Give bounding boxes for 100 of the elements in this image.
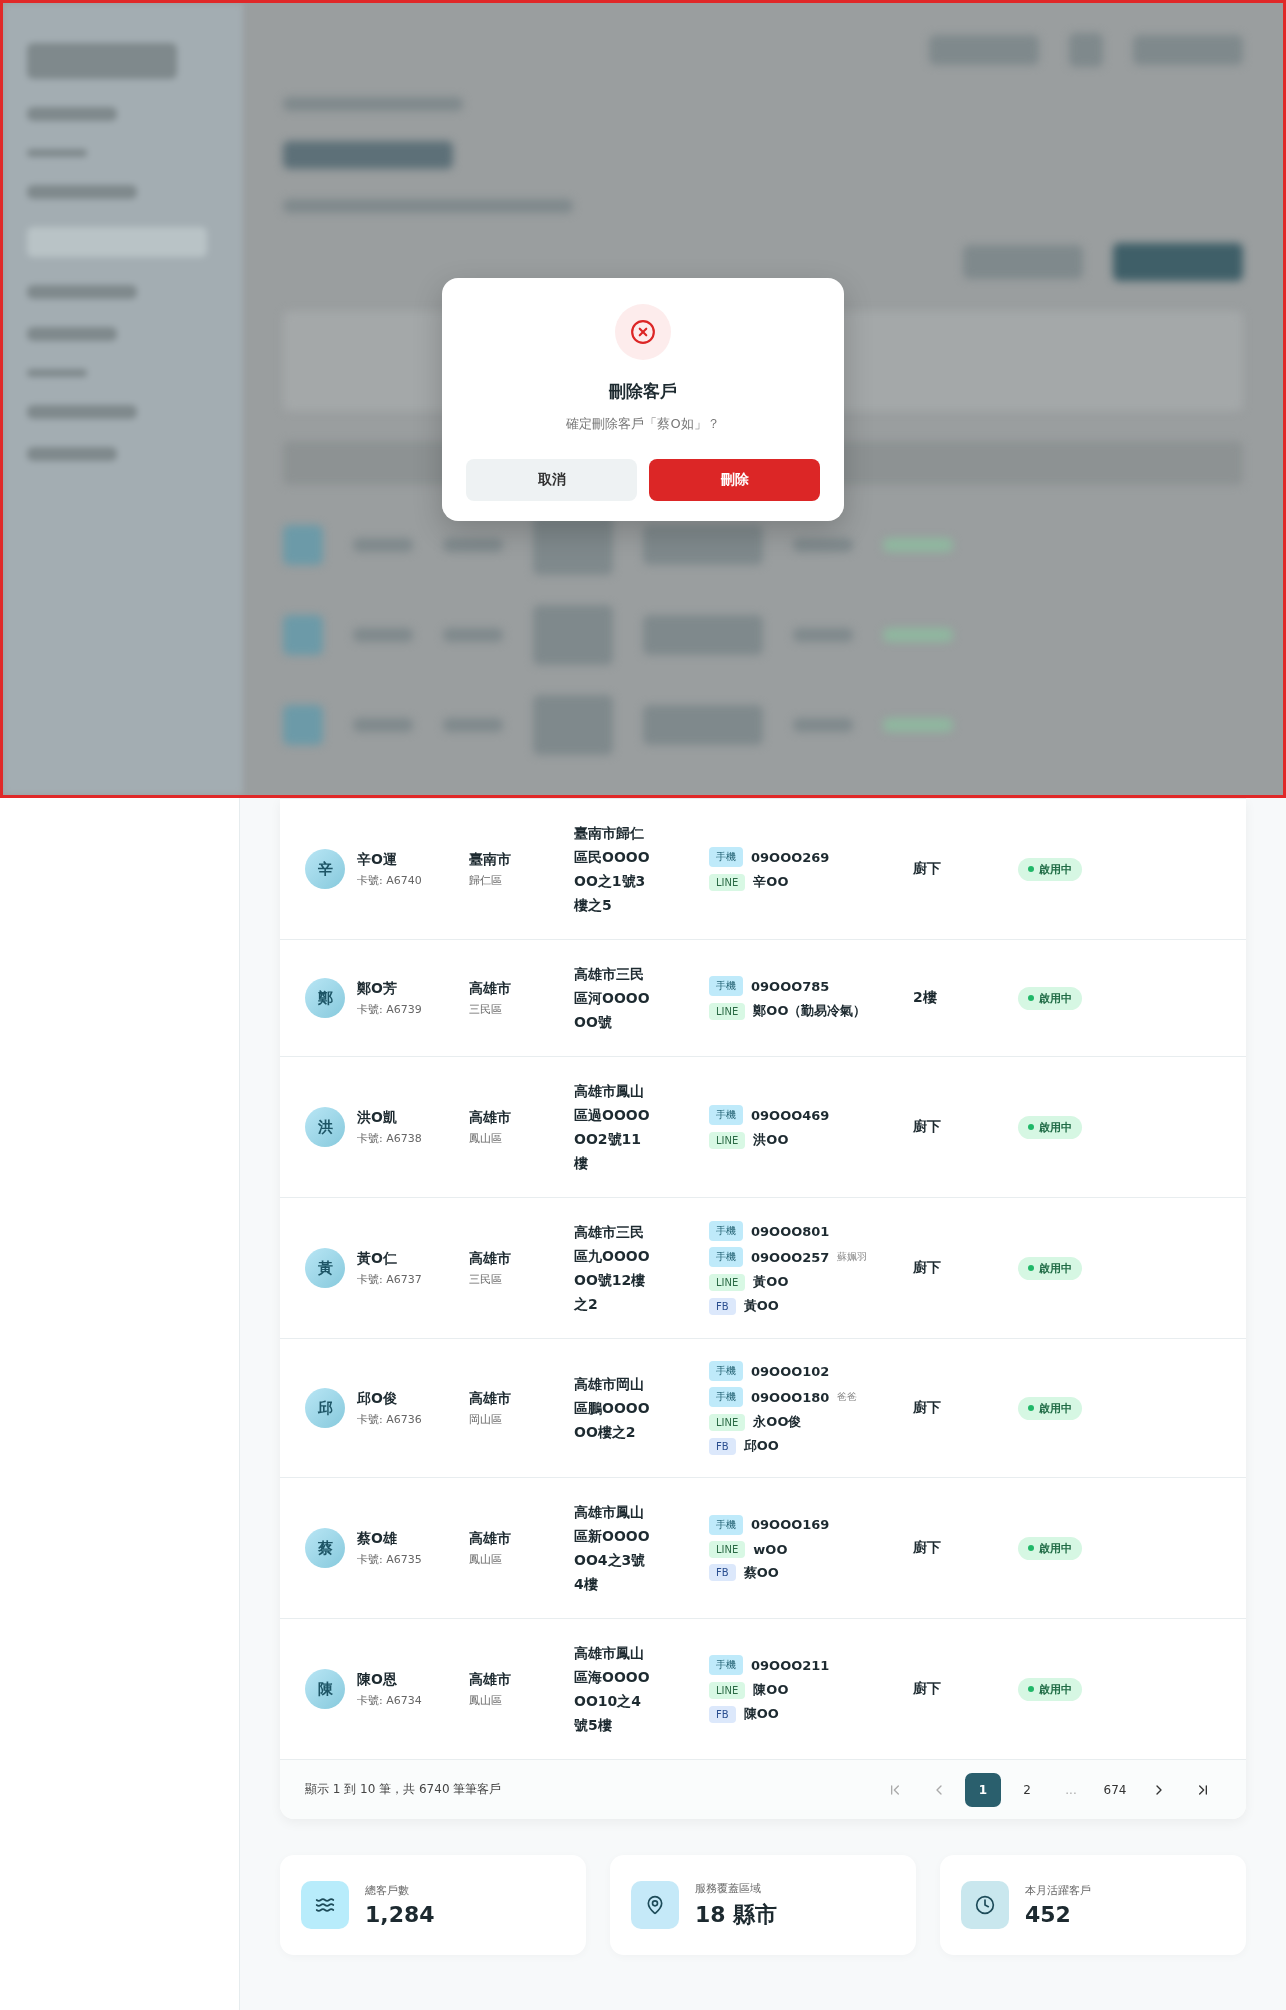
customer-name: 辛O運 [357, 850, 398, 869]
cancel-button[interactable]: 取消 [466, 459, 637, 501]
contact-value: 09OOO469 [751, 1107, 830, 1123]
contact-tag: LINE [709, 1413, 746, 1431]
stat-label: 總客戶數 [365, 1883, 410, 1898]
card-number: 卡號: A6736 [357, 1411, 422, 1427]
contact-value: 邱OO [743, 1437, 779, 1455]
contact-tag: LINE [709, 1002, 746, 1020]
install-location: 廚下 [913, 1399, 942, 1417]
status-badge: 啟用中 [1018, 1115, 1082, 1139]
contact-note: 蘇姵羽 [837, 1250, 868, 1264]
address: 臺南市歸仁區民OOOOOO之1號3樓之5 [574, 824, 650, 915]
contact-value: 鄭OO（勤易冷氣） [753, 1002, 867, 1020]
install-location: 廚下 [913, 1259, 942, 1277]
card-number: 卡號: A6739 [357, 1001, 422, 1017]
contact-value: 永OO俊 [753, 1413, 802, 1431]
contact-tag: 手機 [709, 976, 743, 996]
contact-tag: 手機 [709, 1361, 743, 1381]
contact-value: 蔡OO [743, 1563, 779, 1582]
avatar: 黃 [305, 1248, 345, 1288]
district: 三民區 [469, 1001, 503, 1017]
contact-value: 09OOO211 [751, 1657, 830, 1673]
avatar: 洪 [305, 1107, 345, 1147]
contact-tag: LINE [709, 1540, 746, 1558]
status-badge: 啟用中 [1018, 1677, 1082, 1701]
address: 高雄市三民區九OOOOOO號12樓之2 [574, 1223, 650, 1314]
stat-value: 18 縣市 [695, 1900, 778, 1929]
contact-value: 黃OO [753, 1273, 789, 1291]
contact-value: 陳OO [743, 1705, 779, 1723]
contact-value: 黃OO [743, 1297, 779, 1315]
avatar: 邱 [305, 1388, 345, 1428]
contact-value: wOO [753, 1541, 788, 1557]
waves-icon [301, 1881, 349, 1929]
contact-tag: 手機 [709, 1514, 743, 1535]
avatar: 蔡 [305, 1528, 345, 1568]
status-badge: 啟用中 [1018, 1256, 1082, 1280]
avatar: 辛 [305, 849, 345, 889]
customer-name: 邱O俊 [357, 1389, 398, 1408]
city: 高雄市 [469, 1529, 512, 1548]
page-button[interactable]: 1 [965, 1772, 1001, 1807]
delete-button[interactable]: 刪除 [649, 459, 820, 501]
status-badge: 啟用中 [1018, 857, 1082, 881]
card-number: 卡號: A6740 [357, 872, 422, 888]
customer-name: 鄭O芳 [357, 979, 398, 998]
stat-label: 服務覆蓋區域 [695, 1880, 762, 1896]
contact-tag: FB [709, 1705, 736, 1723]
contact-tag: LINE [709, 1273, 746, 1291]
contact-tag: LINE [709, 873, 746, 891]
contact-tag: 手機 [709, 1655, 743, 1675]
status-badge: 啟用中 [1018, 1396, 1082, 1420]
contact-tag: 手機 [709, 1247, 743, 1267]
contact-tag: FB [709, 1297, 736, 1315]
contact-value: 09OOO180 [751, 1389, 830, 1405]
city: 高雄市 [469, 1389, 512, 1408]
avatar: 鄭 [305, 978, 345, 1018]
city: 高雄市 [469, 1249, 512, 1268]
customer-name: 蔡O雄 [357, 1529, 398, 1548]
city: 高雄市 [469, 1670, 512, 1689]
district: 鳳山區 [469, 1130, 503, 1146]
contact-value: 09OOO785 [751, 978, 830, 994]
stat-label: 本月活躍客戶 [1025, 1883, 1091, 1898]
district: 鳳山區 [469, 1692, 503, 1708]
card-number: 卡號: A6735 [357, 1551, 422, 1567]
contact-tag: 手機 [709, 1387, 743, 1407]
customer-name: 黃O仁 [357, 1249, 398, 1268]
customer-name: 陳O恩 [357, 1670, 398, 1689]
contact-tag: FB [709, 1564, 736, 1581]
map-pin-icon [631, 1881, 679, 1929]
contact-value: 09OOO169 [751, 1517, 830, 1532]
contact-value: 辛OO [753, 873, 789, 891]
status-badge: 啟用中 [1018, 1536, 1082, 1560]
address: 高雄市鳳山區海OOOOOO10之4號5樓 [574, 1644, 650, 1735]
stat-value: 1,284 [365, 1902, 435, 1927]
error-icon [615, 304, 671, 360]
contact-value: 09OOO257 [751, 1249, 830, 1265]
pagination-summary: 顯示 1 到 10 筆，共 6740 筆筆客戶 [305, 1781, 502, 1798]
contact-tag: 手機 [709, 847, 743, 867]
page-button[interactable]: 2 [1009, 1772, 1045, 1807]
install-location: 2樓 [913, 989, 938, 1007]
address: 高雄市鳳山區新OOOOOO4之3號4樓 [574, 1503, 650, 1594]
district: 歸仁區 [469, 872, 503, 888]
card-number: 卡號: A6738 [357, 1130, 422, 1146]
dialog-message: 確定刪除客戶「蔡O如」？ [566, 415, 720, 433]
customer-name: 洪O凱 [357, 1108, 398, 1127]
install-location: 廚下 [913, 1680, 942, 1698]
contact-tag: LINE [709, 1131, 746, 1149]
district: 三民區 [469, 1271, 503, 1287]
install-location: 廚下 [913, 1539, 942, 1557]
contact-tag: 手機 [709, 1221, 743, 1241]
district: 鳳山區 [469, 1551, 503, 1567]
card-number: 卡號: A6737 [357, 1271, 422, 1287]
address: 高雄市鳳山區過OOOOOO2號11樓 [574, 1082, 650, 1173]
status-badge: 啟用中 [1018, 986, 1082, 1010]
city: 高雄市 [469, 979, 512, 998]
install-location: 廚下 [913, 1118, 942, 1136]
card-number: 卡號: A6734 [357, 1692, 422, 1708]
page-button[interactable]: 674 [1097, 1772, 1133, 1807]
city: 高雄市 [469, 1108, 512, 1127]
contact-value: 09OOO269 [751, 849, 830, 865]
contact-tag: LINE [709, 1681, 746, 1699]
